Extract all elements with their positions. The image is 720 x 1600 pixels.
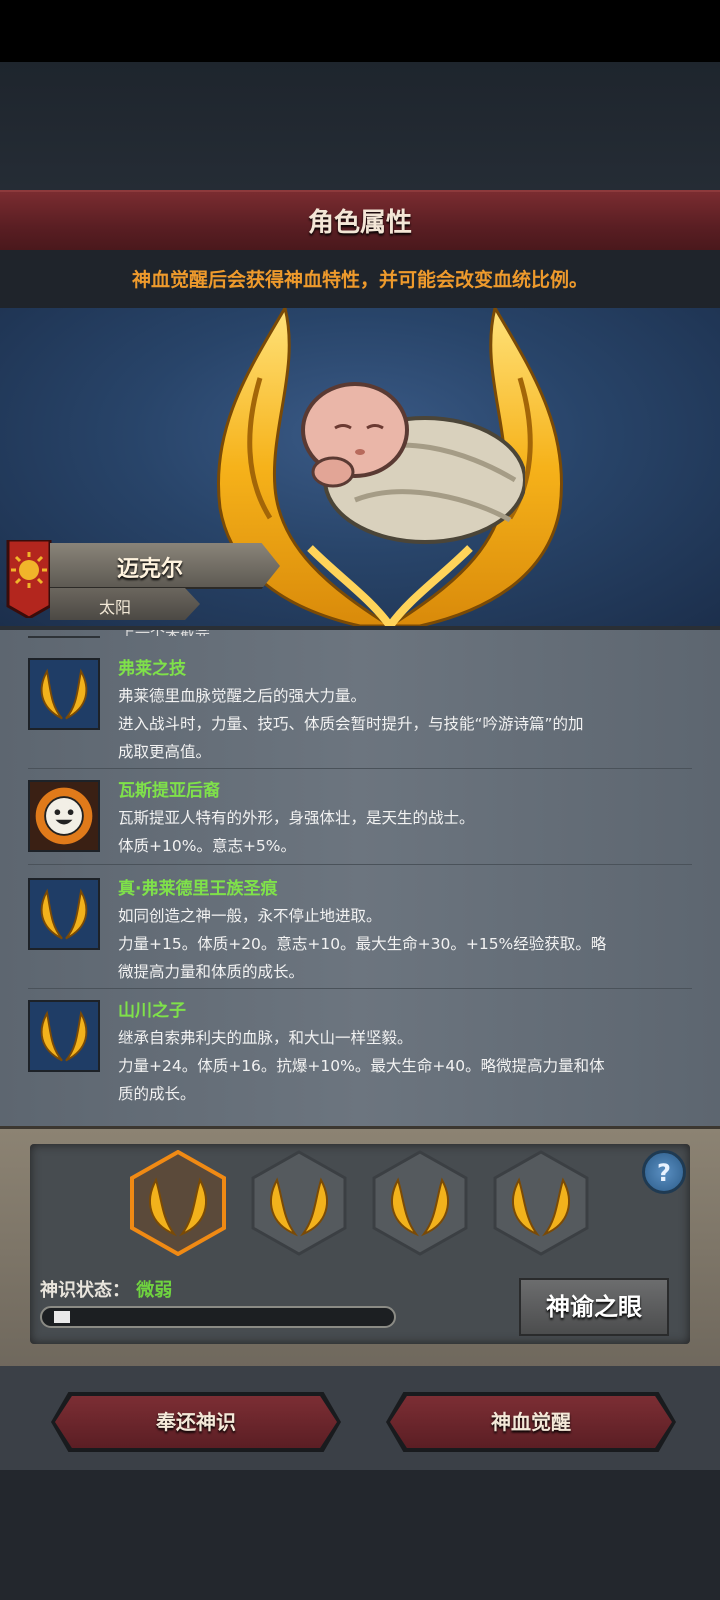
smiley-sun-icon — [28, 780, 100, 852]
header-banner: 角色属性 — [0, 190, 720, 252]
blood-awaken-button[interactable]: 神血觉醒 — [390, 1396, 672, 1448]
help-button[interactable]: ? — [642, 1150, 686, 1194]
swaddled-baby-portrait — [301, 382, 525, 544]
trait-name: 真·弗莱德里王族圣痕 — [118, 879, 278, 899]
divider — [28, 988, 692, 989]
trait-list[interactable]: 上一个未截完 弗莱之技 弗莱德里血脉觉醒之后的强大力量。 进入战斗时，力量、技巧… — [0, 626, 720, 1130]
character-name: 迈克尔 — [116, 557, 183, 582]
status-bar — [0, 0, 720, 62]
awakening-slot-selected[interactable] — [130, 1150, 226, 1256]
sun-banner-icon — [6, 540, 52, 618]
divider — [28, 768, 692, 769]
trait-description: 继承自索弗利夫的血脉，和大山一样坚毅。 力量+24。体质+16。抗爆+10%。最… — [118, 1029, 605, 1103]
return-divine-sense-button[interactable]: 奉还神识 — [55, 1396, 337, 1448]
golden-wings-icon — [28, 878, 100, 950]
page-title: 角色属性 — [307, 208, 412, 238]
cut-off-text: 上一个未截完 — [120, 626, 211, 636]
trait-name: 瓦斯提亚后裔 — [118, 781, 220, 801]
status-value: 微弱 — [136, 1280, 173, 1301]
character-faction: 太阳 — [98, 598, 131, 617]
divine-sense-progress-bar — [40, 1306, 396, 1328]
status-label: 神识状态： — [40, 1280, 130, 1301]
background — [0, 62, 720, 190]
trait-name: 山川之子 — [118, 1001, 186, 1021]
divine-sense-status: 神识状态： 微弱 — [40, 1276, 172, 1302]
oracle-eye-button[interactable]: 神谕之眼 — [519, 1278, 669, 1336]
trait-description: 瓦斯提亚人特有的外形，身强体壮，是天生的战士。 体质+10%。意志+5%。 — [118, 809, 475, 855]
background — [0, 1470, 720, 1600]
awakening-slot[interactable] — [251, 1150, 347, 1256]
trait-name: 弗莱之技 — [118, 659, 186, 679]
golden-wings-icon — [28, 1000, 100, 1072]
divider — [28, 864, 692, 865]
golden-wings-icon — [28, 658, 100, 730]
awakening-slot[interactable] — [493, 1150, 589, 1256]
page-subtitle: 神血觉醒后会获得神血特性，并可能会改变血统比例。 — [131, 269, 588, 291]
divider — [28, 636, 100, 638]
awakening-slot[interactable] — [372, 1150, 468, 1256]
character-nameplate: 迈克尔 — [50, 543, 280, 589]
trait-description: 如同创造之神一般，永不停止地进取。 力量+15。体质+20。意志+10。最大生命… — [118, 907, 607, 981]
trait-description: 弗莱德里血脉觉醒之后的强大力量。 进入战斗时，力量、技巧、体质会暂时提升，与技能… — [118, 687, 584, 761]
progress-fill — [54, 1311, 70, 1323]
faction-plate: 太阳 — [50, 588, 200, 620]
